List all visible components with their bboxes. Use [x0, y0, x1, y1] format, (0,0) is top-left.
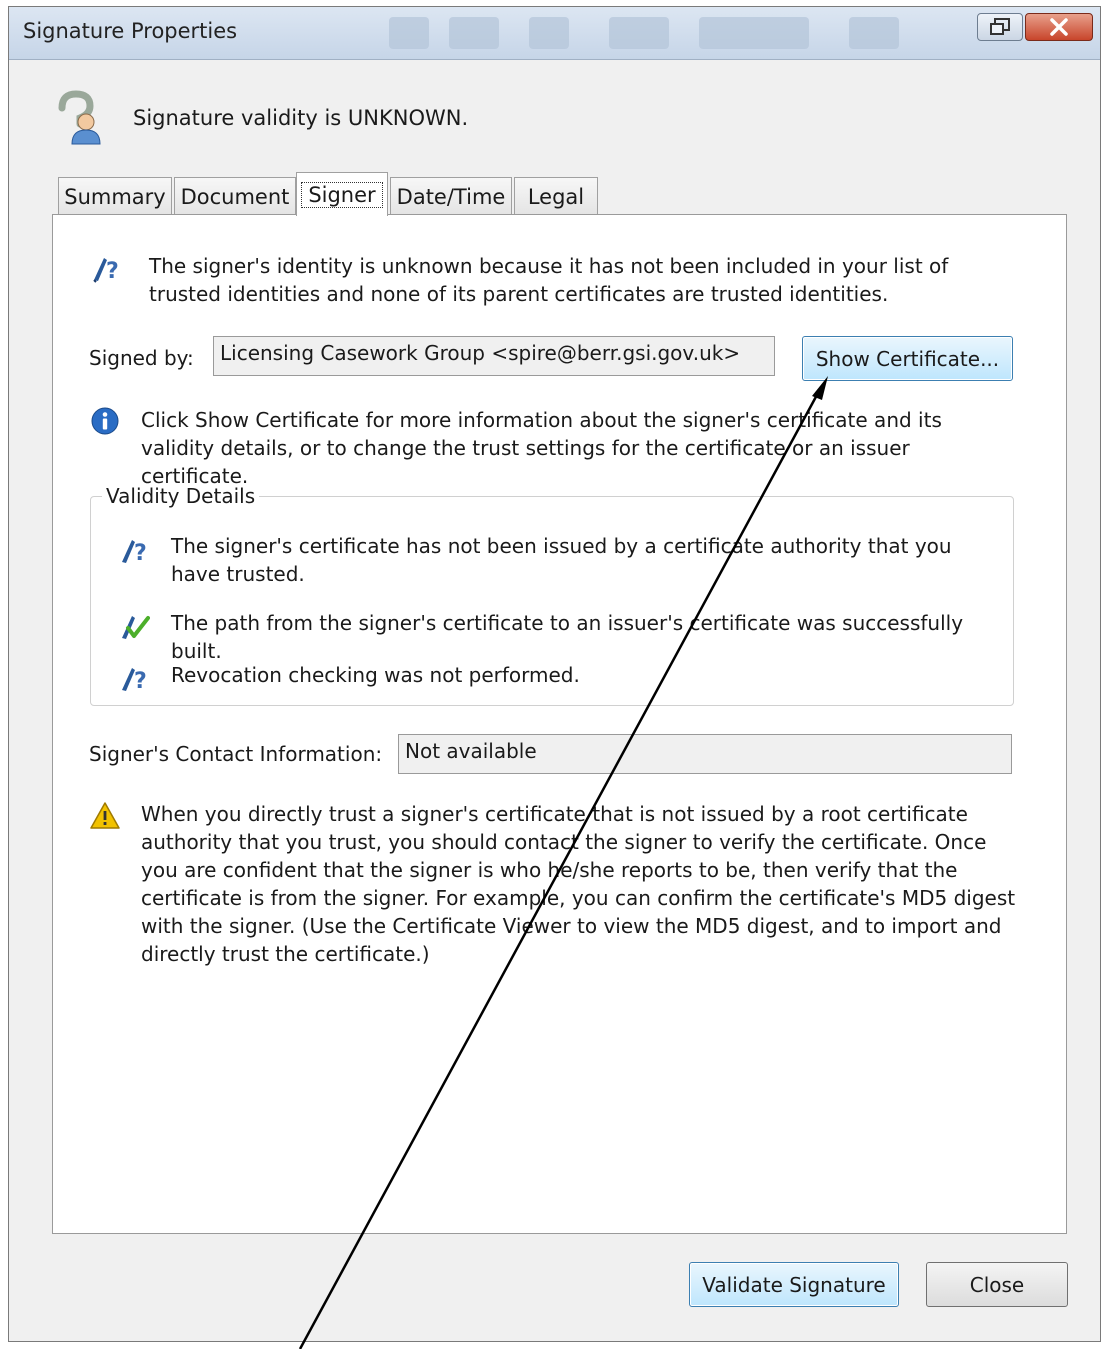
annotation-arrow — [298, 376, 828, 1349]
tab-signer[interactable]: Signer — [296, 172, 388, 216]
